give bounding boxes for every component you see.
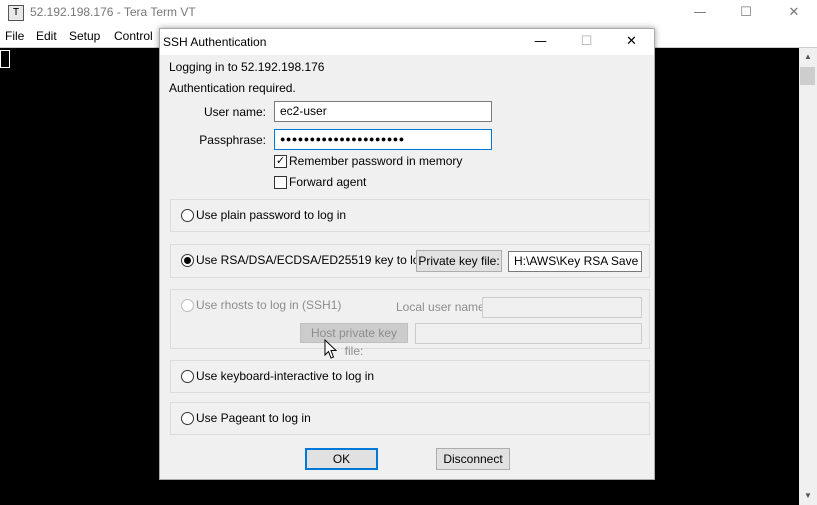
disconnect-button[interactable]: Disconnect <box>436 448 510 470</box>
main-minimize-button[interactable]: — <box>677 0 723 26</box>
menu-control[interactable]: Control <box>114 29 153 43</box>
keyboard-interactive-group: Use keyboard-interactive to log in <box>170 360 650 393</box>
rhosts-label: Use rhosts to log in (SSH1) <box>196 298 342 312</box>
main-maximize-button[interactable]: ☐ <box>723 0 769 26</box>
mouse-cursor-icon <box>324 339 338 359</box>
forward-agent-label[interactable]: Forward agent <box>289 175 366 189</box>
plain-password-label[interactable]: Use plain password to log in <box>196 208 346 222</box>
plain-password-radio[interactable] <box>181 209 194 222</box>
username-field[interactable]: ec2-user <box>274 101 492 122</box>
main-title-bar: T 52.192.198.176 - Tera Term VT — ☐ ✕ <box>0 0 817 26</box>
main-close-button[interactable]: ✕ <box>771 0 817 26</box>
host-private-key-file-button: Host private key file: <box>300 323 408 358</box>
remember-password-checkbox[interactable]: ✓ <box>274 155 287 168</box>
rsa-key-label[interactable]: Use RSA/DSA/ECDSA/ED25519 key to log in <box>196 253 439 267</box>
terminal-scrollbar[interactable]: ▲ ▼ <box>799 48 817 505</box>
menu-edit[interactable]: Edit <box>36 29 57 43</box>
scroll-thumb[interactable] <box>800 67 815 85</box>
dialog-minimize-button[interactable]: — <box>518 29 563 55</box>
remember-password-label[interactable]: Remember password in memory <box>289 154 462 168</box>
private-key-file-button[interactable]: Private key file: <box>416 250 502 272</box>
host-private-key-file-field <box>415 323 642 344</box>
main-window-title: 52.192.198.176 - Tera Term VT <box>30 5 196 19</box>
plain-password-group: Use plain password to log in <box>170 199 650 232</box>
pageant-group: Use Pageant to log in <box>170 402 650 435</box>
rhosts-group: Use rhosts to log in (SSH1) Local user n… <box>170 289 650 358</box>
ssh-auth-dialog: SSH Authentication — ☐ ✕ Logging in to 5… <box>159 28 655 480</box>
menu-setup[interactable]: Setup <box>69 29 100 43</box>
login-host-text: Logging in to 52.192.198.176 <box>169 60 325 74</box>
dialog-close-button[interactable]: ✕ <box>609 29 654 55</box>
private-key-file-field[interactable]: H:\AWS\Key RSA Save Hie <box>508 251 642 272</box>
auth-required-text: Authentication required. <box>169 81 296 95</box>
menu-file[interactable]: File <box>5 29 24 43</box>
rhosts-radio <box>181 299 194 312</box>
keyboard-interactive-label[interactable]: Use keyboard-interactive to log in <box>196 369 374 383</box>
pageant-radio[interactable] <box>181 412 194 425</box>
passphrase-label: Passphrase: <box>199 133 266 147</box>
dialog-title: SSH Authentication <box>163 35 267 49</box>
passphrase-field[interactable]: ●●●●●●●●●●●●●●●●●●●●● <box>274 129 492 150</box>
dialog-title-bar: SSH Authentication — ☐ ✕ <box>160 29 654 55</box>
teraterm-app-icon: T <box>8 5 24 21</box>
scroll-down-icon[interactable]: ▼ <box>799 488 817 504</box>
username-label: User name: <box>203 105 266 119</box>
scroll-up-icon[interactable]: ▲ <box>799 49 817 65</box>
local-user-name-label: Local user name: <box>396 300 489 314</box>
ok-button[interactable]: OK <box>305 448 378 470</box>
keyboard-interactive-radio[interactable] <box>181 370 194 383</box>
forward-agent-checkbox[interactable] <box>274 176 287 189</box>
terminal-cursor <box>0 50 10 68</box>
pageant-label[interactable]: Use Pageant to log in <box>196 411 311 425</box>
dialog-maximize-button: ☐ <box>580 34 593 49</box>
rsa-key-radio[interactable] <box>181 254 194 267</box>
local-user-name-field <box>482 297 642 318</box>
rsa-key-group: Use RSA/DSA/ECDSA/ED25519 key to log in … <box>170 244 650 278</box>
